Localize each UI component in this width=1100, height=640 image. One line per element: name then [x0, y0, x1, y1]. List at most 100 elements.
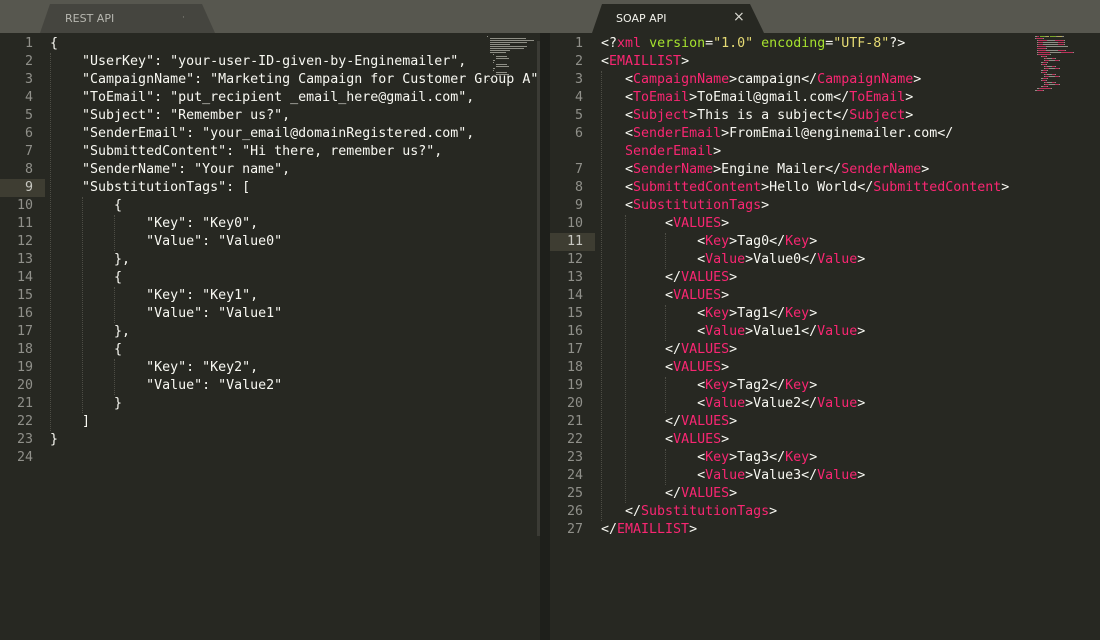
code-line[interactable]: <CampaignName>campaign</CampaignName> — [601, 71, 921, 89]
code-line[interactable]: "UserKey": "your-user-ID-given-by-Engine… — [50, 53, 466, 71]
code-line[interactable]: <VALUES> — [601, 359, 729, 377]
code-token: Key — [785, 450, 810, 465]
code-line[interactable]: <?xml version="1.0" encoding="UTF-8"?> — [601, 35, 905, 53]
code-line[interactable]: } — [50, 395, 122, 413]
code-token: >Value2</ — [745, 396, 818, 411]
code-token: EMAILLIST — [609, 54, 682, 69]
indent-guide — [82, 197, 83, 413]
code-token: > — [857, 396, 866, 411]
code-line[interactable]: <ToEmail>ToEmail@gmail.com</ToEmail> — [601, 89, 913, 107]
tab-soap-api[interactable]: SOAP API × — [592, 4, 764, 33]
code-line[interactable]: <SenderEmail>FromEmail@enginemailer.com<… — [601, 125, 953, 143]
code-line[interactable]: <Key>Tag1</Key> — [601, 305, 817, 323]
code-line[interactable]: </VALUES> — [601, 485, 737, 503]
code-token: < — [601, 72, 634, 87]
code-line[interactable]: </EMAILLIST> — [601, 521, 697, 539]
code-line[interactable]: <SubstitutionTags> — [601, 197, 769, 215]
line-number: 3 — [24, 72, 33, 87]
minimap[interactable] — [1035, 33, 1095, 113]
code-line[interactable]: { — [50, 35, 58, 53]
code-line[interactable]: <Key>Tag0</Key> — [601, 233, 817, 251]
tab-label: SOAP API — [616, 12, 667, 25]
code-token: }, — [50, 252, 131, 267]
code-line[interactable]: { — [50, 197, 122, 215]
code-line[interactable]: "Value": "Value1" — [50, 305, 282, 323]
code-line[interactable]: "SenderEmail": "your_email@domainRegiste… — [50, 125, 474, 143]
code-token: CampaignName — [633, 72, 730, 87]
minimap-line — [1038, 46, 1047, 47]
code-line[interactable]: SenderEmail> — [601, 143, 721, 161]
minimap-line — [1038, 40, 1047, 41]
code-line[interactable]: <VALUES> — [601, 215, 729, 233]
code-line[interactable]: <VALUES> — [601, 287, 729, 305]
minimap-line — [1046, 64, 1047, 65]
code-line[interactable]: } — [50, 431, 58, 449]
code-line[interactable]: <VALUES> — [601, 431, 729, 449]
code-line[interactable]: <Value>Value2</Value> — [601, 395, 865, 413]
code-line[interactable]: <Value>Value1</Value> — [601, 323, 865, 341]
minimap[interactable] — [487, 33, 535, 113]
indent-guide — [114, 215, 115, 251]
code-token: VALUES — [673, 216, 722, 231]
code-line[interactable]: <Value>Value3</Value> — [601, 467, 865, 485]
line-number: 2 — [24, 54, 33, 69]
line-number: 23 — [16, 432, 33, 447]
code-token: "SubstitutionTags": [ — [50, 180, 251, 195]
line-number: 27 — [566, 522, 583, 537]
code-line[interactable]: "CampaignName": "Marketing Campaign for … — [50, 71, 540, 89]
minimap-line — [1036, 90, 1044, 91]
code-line[interactable]: { — [50, 269, 122, 287]
line-number: 12 — [16, 234, 33, 249]
line-number: 12 — [566, 252, 583, 267]
code-token: Key — [705, 234, 730, 249]
minimap-line — [1038, 54, 1050, 55]
code-token: > — [857, 324, 866, 339]
code-line[interactable]: }, — [50, 323, 130, 341]
code-line[interactable]: </VALUES> — [601, 269, 737, 287]
code-line[interactable]: <SenderName>Engine Mailer</SenderName> — [601, 161, 929, 179]
pane-divider[interactable] — [540, 33, 550, 640]
code-token: VALUES — [681, 342, 730, 357]
code-token: "SubmittedContent": "Hi there, remember … — [50, 144, 443, 159]
code-line[interactable]: <Subject>This is a subject</Subject> — [601, 107, 913, 125]
code-line[interactable]: }, — [50, 251, 130, 269]
code-token: Value — [817, 468, 858, 483]
line-number: 20 — [566, 396, 583, 411]
minimap-line — [1038, 50, 1046, 51]
code-token: Key — [785, 378, 810, 393]
code-line[interactable]: "ToEmail": "put_recipient _email_here@gm… — [50, 89, 474, 107]
line-number: 11 — [16, 216, 33, 231]
code-token: > — [689, 522, 698, 537]
code-line[interactable]: "SubstitutionTags": [ — [50, 179, 250, 197]
code-token: }, — [50, 324, 131, 339]
line-number: 8 — [24, 162, 33, 177]
code-token: "CampaignName": "Marketing Campaign for … — [50, 72, 540, 87]
code-line[interactable]: "Value": "Value2" — [50, 377, 282, 395]
code-token: SubstitutionTags — [641, 504, 770, 519]
right-editor-pane[interactable]: 1 2 3 4 5 6 7 8 9 10 11 12 13 14 15 16 17 18 19 20 21 22 23 24 2… — [550, 33, 1100, 640]
code-line[interactable]: "Value": "Value0" — [50, 233, 282, 251]
code-line[interactable]: { — [50, 341, 122, 359]
code-token: </ — [601, 522, 618, 537]
code-token: > — [1001, 180, 1010, 195]
code-token: { — [50, 36, 59, 51]
code-line[interactable]: <SubmittedContent>Hello World</Submitted… — [601, 179, 1009, 197]
left-editor-pane[interactable]: 1 2 3 4 5 6 7 8 9 10 11 12 13 14 15 16 17 18 19 20 21 22 23 24 … — [0, 33, 540, 640]
code-line[interactable]: ] — [50, 413, 90, 431]
code-line[interactable]: "SubmittedContent": "Hi there, remember … — [50, 143, 442, 161]
code-line[interactable]: </VALUES> — [601, 413, 737, 431]
code-line[interactable]: "Subject": "Remember us?", — [50, 107, 290, 125]
minimap-line — [1037, 48, 1046, 49]
code-line[interactable]: </SubstitutionTags> — [601, 503, 777, 521]
code-line[interactable]: "SenderName": "Your name", — [50, 161, 290, 179]
code-line[interactable]: <Value>Value0</Value> — [601, 251, 865, 269]
code-token: SubmittedContent — [633, 180, 762, 195]
code-line[interactable]: </VALUES> — [601, 341, 737, 359]
code-line[interactable]: <Key>Tag3</Key> — [601, 449, 817, 467]
code-line[interactable]: <EMAILLIST> — [601, 53, 689, 71]
minimap-line — [1047, 78, 1048, 79]
close-icon[interactable]: × — [733, 9, 745, 25]
code-line[interactable]: <Key>Tag2</Key> — [601, 377, 817, 395]
tab-rest-api[interactable]: REST API · — [40, 4, 215, 33]
